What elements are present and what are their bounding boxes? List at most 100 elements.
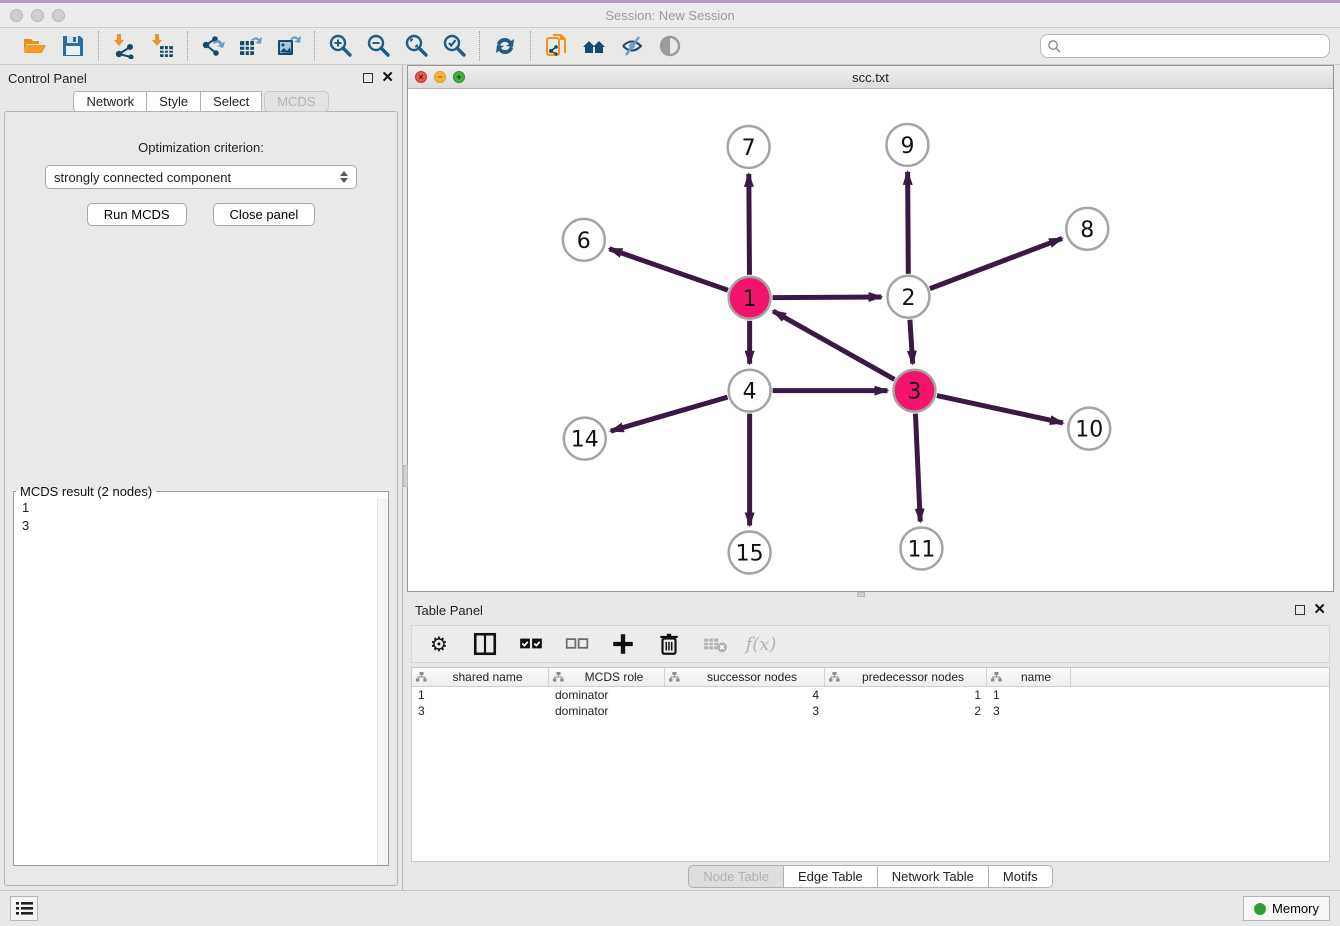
splitter-grip[interactable] — [857, 592, 865, 597]
import-table-button[interactable] — [147, 31, 177, 61]
show-hide-button[interactable] — [655, 31, 685, 61]
network-window-title: scc.txt — [408, 70, 1333, 85]
tab-edge-table[interactable]: Edge Table — [784, 865, 878, 888]
graph-node-14[interactable]: 14 — [564, 418, 606, 460]
home-button[interactable] — [579, 31, 609, 61]
graph-edge-2-3[interactable] — [910, 320, 913, 364]
float-panel-icon[interactable] — [363, 73, 373, 83]
zoom-fit-button[interactable] — [401, 31, 431, 61]
memory-label: Memory — [1272, 901, 1319, 916]
graph-edge-3-1[interactable] — [773, 311, 894, 379]
network-canvas[interactable]: 7 9 6 8 1 2 4 3 14 10 15 11 — [408, 89, 1333, 591]
select-all-button[interactable] — [518, 631, 544, 657]
export-image-icon — [276, 33, 302, 59]
mcds-tab-content: Optimization criterion: strongly connect… — [4, 111, 398, 886]
open-session-button[interactable] — [20, 31, 50, 61]
status-bar: Memory — [0, 890, 1340, 926]
export-table-button[interactable] — [236, 31, 266, 61]
save-session-button[interactable] — [58, 31, 88, 61]
graph-edge-1-7[interactable] — [749, 174, 750, 275]
graph-edge-1-6[interactable] — [609, 249, 728, 290]
tab-network-table[interactable]: Network Table — [878, 865, 989, 888]
graph-node-15[interactable]: 15 — [729, 532, 771, 574]
table-cell: 1 — [825, 687, 987, 703]
import-table-icon — [149, 33, 175, 59]
tab-network[interactable]: Network — [73, 91, 147, 112]
graph-node-8[interactable]: 8 — [1066, 208, 1108, 250]
graph-node-3[interactable]: 3 — [893, 370, 935, 412]
delete-table-button[interactable] — [702, 631, 728, 657]
mcds-result-group: MCDS result (2 nodes) 13 — [13, 484, 389, 866]
tab-mcds[interactable]: MCDS — [264, 91, 328, 112]
close-panel-button[interactable]: Close panel — [213, 203, 316, 226]
svg-text:10: 10 — [1075, 418, 1103, 443]
column-header-name[interactable]: name — [987, 668, 1071, 686]
float-panel-icon[interactable] — [1295, 605, 1305, 615]
export-image-button[interactable] — [274, 31, 304, 61]
search-input[interactable] — [1062, 39, 1323, 54]
graph-node-11[interactable]: 11 — [900, 528, 942, 570]
mcds-result-item[interactable]: 3 — [15, 517, 387, 535]
column-header-predecessor-nodes[interactable]: predecessor nodes — [825, 668, 987, 686]
clone-network-button[interactable] — [541, 31, 571, 61]
svg-text:2: 2 — [901, 286, 915, 311]
graph-edge-2-9[interactable] — [908, 172, 909, 274]
mcds-result-scrollbar[interactable] — [377, 499, 388, 865]
zoom-in-button[interactable] — [325, 31, 355, 61]
graph-node-1[interactable]: 1 — [729, 277, 771, 319]
import-network-icon — [111, 33, 137, 59]
graph-node-4[interactable]: 4 — [729, 370, 771, 412]
tab-node-table[interactable]: Node Table — [688, 865, 784, 888]
table-row[interactable]: 3dominator323 — [412, 703, 1329, 719]
hierarchy-icon — [991, 672, 1002, 682]
criterion-select[interactable]: strongly connected component — [45, 165, 357, 189]
svg-text:15: 15 — [736, 541, 764, 566]
graph-node-2[interactable]: 2 — [887, 276, 929, 318]
column-header-MCDS-role[interactable]: MCDS role — [549, 668, 665, 686]
search-field[interactable] — [1040, 34, 1330, 58]
graph-node-7[interactable]: 7 — [728, 126, 770, 168]
table-cell: 3 — [665, 703, 825, 719]
deselect-all-button[interactable] — [564, 631, 590, 657]
column-header-shared-name[interactable]: shared name — [412, 668, 549, 686]
import-network-button[interactable] — [109, 31, 139, 61]
table-row[interactable]: 1dominator411 — [412, 687, 1329, 703]
graph-edge-2-8[interactable] — [930, 238, 1062, 288]
vertical-splitter[interactable] — [402, 65, 407, 890]
tab-motifs[interactable]: Motifs — [989, 865, 1053, 888]
graph-edge-4-14[interactable] — [611, 397, 728, 431]
mcds-result-list[interactable]: 13 — [15, 499, 387, 864]
zoom-out-button[interactable] — [363, 31, 393, 61]
split-columns-button[interactable] — [472, 631, 498, 657]
graph-node-10[interactable]: 10 — [1068, 408, 1110, 450]
home-icon — [581, 33, 607, 59]
close-panel-icon[interactable]: ✕ — [381, 73, 394, 83]
export-network-button[interactable] — [198, 31, 228, 61]
refresh-icon — [492, 33, 518, 59]
mcds-result-item[interactable]: 1 — [15, 499, 387, 517]
refresh-button[interactable] — [490, 31, 520, 61]
graph-edge-3-10[interactable] — [937, 396, 1063, 423]
graph-edge-1-2[interactable] — [773, 297, 882, 298]
tab-select[interactable]: Select — [201, 91, 262, 112]
save-session-icon — [60, 33, 86, 59]
function-builder-button[interactable]: f(x) — [748, 631, 774, 657]
graph-node-6[interactable]: 6 — [563, 219, 605, 261]
zoom-selected-button[interactable] — [439, 31, 469, 61]
settings-gear-button[interactable]: ⚙ — [426, 631, 452, 657]
table-cell: 1 — [987, 687, 1071, 703]
run-mcds-button[interactable]: Run MCDS — [87, 203, 187, 226]
delete-column-button[interactable] — [656, 631, 682, 657]
column-header-successor-nodes[interactable]: successor nodes — [665, 668, 825, 686]
add-column-button[interactable] — [610, 631, 636, 657]
table-toolbar: ⚙ f(x) — [411, 625, 1330, 663]
close-icon[interactable]: ✕ — [1313, 605, 1326, 615]
style-preview-button[interactable] — [617, 31, 647, 61]
horizontal-splitter[interactable] — [407, 592, 1334, 597]
tab-style[interactable]: Style — [147, 91, 201, 112]
automation-panel-button[interactable] — [10, 896, 38, 921]
memory-button[interactable]: Memory — [1243, 896, 1330, 921]
graph-edge-3-11[interactable] — [915, 414, 920, 522]
graph-node-9[interactable]: 9 — [886, 124, 928, 166]
zoom-out-icon — [365, 33, 391, 59]
